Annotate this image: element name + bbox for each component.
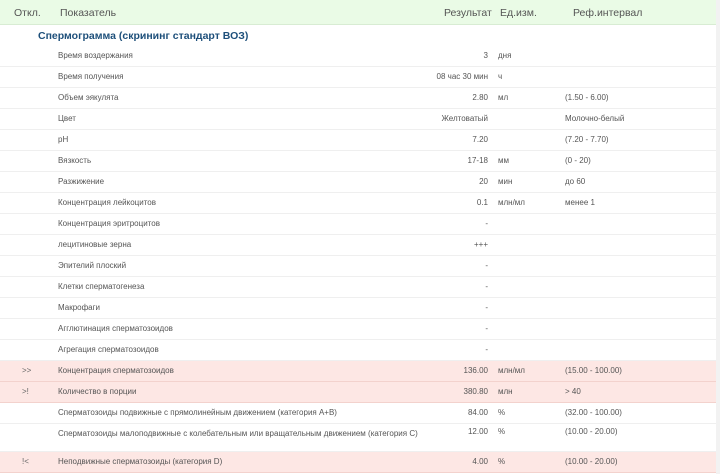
row-name: Сперматозоиды подвижные с прямолинейным …	[58, 408, 337, 417]
table-row[interactable]: Макрофаги -	[0, 298, 720, 319]
table-row[interactable]: Цвет Желтоватый Молочно-белый	[0, 109, 720, 130]
row-ref: (0 - 20)	[565, 156, 591, 165]
row-value: 380.80	[463, 387, 488, 396]
table-row[interactable]: Концентрация эритроцитов -	[0, 214, 720, 235]
row-unit: ч	[498, 72, 503, 81]
row-value: 84.00	[467, 408, 488, 417]
row-value: 7.20	[472, 135, 488, 144]
header-unit[interactable]: Ед.изм.	[500, 7, 537, 19]
row-value: 20	[479, 177, 488, 186]
row-value: 17-18	[467, 156, 488, 165]
row-unit: млн	[498, 387, 513, 396]
row-flag: !<	[22, 457, 29, 466]
section-title: Спермограмма (скрининг стандарт ВОЗ)	[38, 30, 249, 42]
row-value: 12.00	[467, 427, 488, 436]
table-row[interactable]: Время получения 08 час 30 мин ч	[0, 67, 720, 88]
row-name: Время воздержания	[58, 51, 133, 60]
row-name: Объем эякулята	[58, 93, 119, 102]
table-row[interactable]: Объем эякулята 2.80 мл (1.50 - 6.00)	[0, 88, 720, 109]
row-name: Количество в порции	[58, 387, 137, 396]
row-ref: Молочно-белый	[565, 114, 625, 123]
row-value: 2.80	[472, 93, 488, 102]
row-unit: млн/мл	[498, 198, 525, 207]
header-ref[interactable]: Реф.интервал	[573, 7, 642, 19]
row-ref: (1.50 - 6.00)	[565, 93, 609, 102]
row-unit: %	[498, 408, 506, 417]
table-row[interactable]: лецитиновые зерна +++	[0, 235, 720, 256]
header-result[interactable]: Результат	[444, 7, 492, 19]
row-unit: %	[498, 427, 506, 436]
table-row[interactable]: Эпителий плоский -	[0, 256, 720, 277]
row-value: 4.00	[472, 457, 488, 466]
table-row[interactable]: Концентрация лейкоцитов 0.1 млн/мл менее 1	[0, 193, 720, 214]
row-unit: мм	[498, 156, 509, 165]
table-row[interactable]: Клетки сперматогенеза -	[0, 277, 720, 298]
scrollbar[interactable]	[716, 0, 720, 474]
table-header: Откл. Показатель Результат Ед.изм. Реф.и…	[0, 0, 720, 25]
table-row[interactable]: >! Количество в порции 380.80 млн > 40	[0, 382, 720, 403]
row-ref: (10.00 - 20.00)	[565, 457, 618, 466]
row-name: Концентрация лейкоцитов	[58, 198, 157, 207]
row-value: -	[485, 303, 488, 312]
row-value: -	[485, 282, 488, 291]
row-ref: менее 1	[565, 198, 595, 207]
row-value: 136.00	[463, 366, 488, 375]
row-name: Макрофаги	[58, 303, 101, 312]
row-name: Эпителий плоский	[58, 261, 127, 270]
row-value: -	[485, 324, 488, 333]
row-name: Разжижение	[58, 177, 105, 186]
table-row[interactable]: Вязкость 17-18 мм (0 - 20)	[0, 151, 720, 172]
row-name: Клетки сперматогенеза	[58, 282, 145, 291]
table-row[interactable]: Разжижение 20 мин до 60	[0, 172, 720, 193]
row-unit: дня	[498, 51, 512, 60]
row-value: -	[485, 261, 488, 270]
row-unit: мин	[498, 177, 513, 186]
row-name: лецитиновые зерна	[58, 240, 132, 249]
row-unit: млн/мл	[498, 366, 525, 375]
row-name: Время получения	[58, 72, 124, 81]
table-row[interactable]: Сперматозоиды малоподвижные с колебатель…	[0, 424, 720, 452]
table-row[interactable]: >> Концентрация сперматозоидов 136.00 млн/м…	[0, 361, 720, 382]
row-name: Неподвижные сперматозоиды (категория D)	[58, 457, 223, 466]
row-value: 0.1	[476, 198, 488, 207]
header-flag[interactable]: Откл.	[14, 7, 41, 19]
row-name: pH	[58, 135, 69, 144]
row-name: Цвет	[58, 114, 76, 123]
table-row[interactable]: Сперматозоиды подвижные с прямолинейным …	[0, 403, 720, 424]
row-name: Агглютинация сперматозоидов	[58, 324, 173, 333]
row-ref: (10.00 - 20.00)	[565, 427, 618, 436]
results-table: Время воздержания 3 дня Время получения 08 ч…	[0, 46, 720, 473]
row-value: -	[485, 219, 488, 228]
table-row[interactable]: !< Неподвижные сперматозоиды (категория D…	[0, 452, 720, 473]
table-row[interactable]: pH 7.20 (7.20 - 7.70)	[0, 130, 720, 151]
row-ref: (32.00 - 100.00)	[565, 408, 622, 417]
row-ref: > 40	[565, 387, 581, 396]
row-ref: (15.00 - 100.00)	[565, 366, 622, 375]
row-ref: (7.20 - 7.70)	[565, 135, 609, 144]
table-row[interactable]: Агрегация сперматозоидов -	[0, 340, 720, 361]
row-value: 08 час 30 мин	[436, 72, 488, 81]
header-name[interactable]: Показатель	[60, 7, 116, 19]
row-unit: мл	[498, 93, 509, 102]
row-value: 3	[483, 51, 488, 60]
row-name: Концентрация сперматозоидов	[58, 366, 174, 375]
row-name: Концентрация эритроцитов	[58, 219, 160, 228]
row-name: Вязкость	[58, 156, 92, 165]
row-value: +++	[473, 240, 488, 249]
row-value: -	[485, 345, 488, 354]
row-value: Желтоватый	[441, 114, 488, 123]
table-row[interactable]: Агглютинация сперматозоидов -	[0, 319, 720, 340]
row-flag: >>	[22, 366, 32, 375]
table-row[interactable]: Время воздержания 3 дня	[0, 46, 720, 67]
row-name: Сперматозоиды малоподвижные с колебатель…	[58, 429, 418, 438]
row-ref: до 60	[565, 177, 586, 186]
row-flag: >!	[22, 387, 29, 396]
row-unit: %	[498, 457, 506, 466]
row-name: Агрегация сперматозоидов	[58, 345, 159, 354]
